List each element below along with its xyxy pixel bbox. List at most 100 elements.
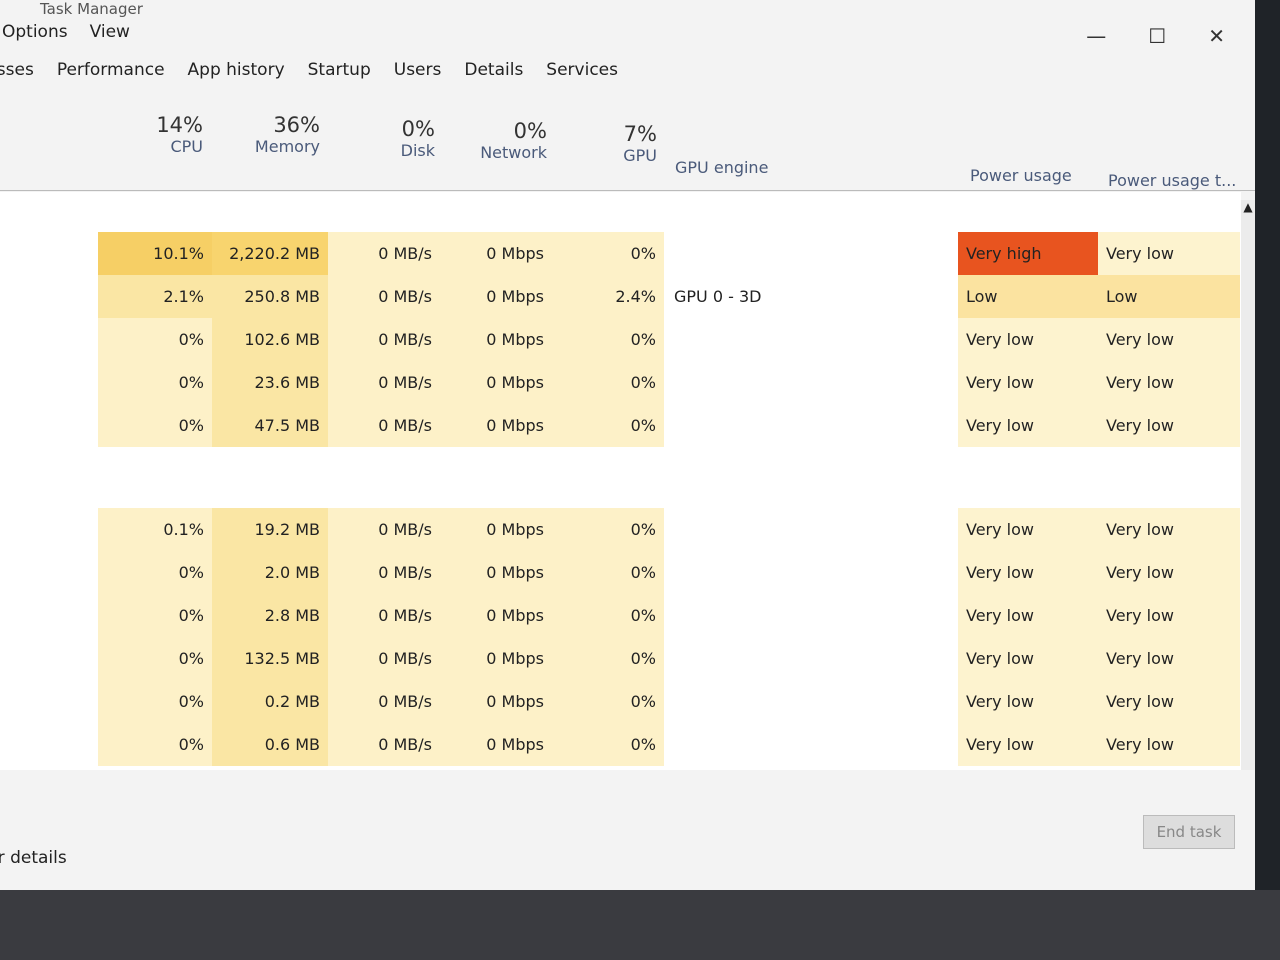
maximize-button[interactable]: ☐ <box>1148 24 1166 48</box>
tab-bar: Processes Performance App history Startu… <box>0 60 620 80</box>
gpu-cell: 0% <box>552 318 664 361</box>
power-usage-cell: Very low <box>958 508 1098 551</box>
gpu-cell: 0% <box>552 637 664 680</box>
cpu-cell: 0% <box>98 361 212 404</box>
power-usage-trend-cell: Very low <box>1098 508 1240 551</box>
memory-cell: 47.5 MB <box>212 404 328 447</box>
disk-cell: 0 MB/s <box>328 318 440 361</box>
header-network[interactable]: 0% Network <box>480 119 547 162</box>
tab-details[interactable]: Details <box>462 60 525 80</box>
tab-services[interactable]: Services <box>544 60 620 80</box>
process-row[interactable]: 0% 0.2 MB 0 MB/s 0 Mbps 0% Very low Very low <box>0 680 1241 723</box>
desktop-background <box>1255 0 1280 960</box>
menu-view[interactable]: View <box>90 22 130 42</box>
desktop-background <box>0 890 1280 960</box>
window-title: Task Manager <box>40 0 143 18</box>
vertical-scrollbar[interactable]: ▲ <box>1241 200 1255 770</box>
power-usage-trend-cell: Very low <box>1098 723 1240 766</box>
gpu-engine-cell <box>666 318 956 361</box>
fewer-details-link[interactable]: Fewer details <box>0 848 67 868</box>
power-usage-trend-cell: Low <box>1098 275 1240 318</box>
process-row[interactable]: 0% 2.8 MB 0 MB/s 0 Mbps 0% Very low Very low <box>0 594 1241 637</box>
power-usage-cell: Very low <box>958 404 1098 447</box>
disk-cell: 0 MB/s <box>328 404 440 447</box>
memory-label: Memory <box>254 137 320 156</box>
memory-cell: 2.0 MB <box>212 551 328 594</box>
disk-cell: 0 MB/s <box>328 508 440 551</box>
power-usage-trend-cell: Very low <box>1098 637 1240 680</box>
power-usage-trend-cell: Very low <box>1098 594 1240 637</box>
gpu-cell: 0% <box>552 551 664 594</box>
cpu-cell: 0% <box>98 680 212 723</box>
process-row[interactable]: 0% 23.6 MB 0 MB/s 0 Mbps 0% Very low Very low <box>0 361 1241 404</box>
network-cell: 0 Mbps <box>440 594 552 637</box>
power-usage-trend-cell: Very low <box>1098 318 1240 361</box>
process-row[interactable]: 0% 2.0 MB 0 MB/s 0 Mbps 0% Very low Very low <box>0 551 1241 594</box>
close-button[interactable]: ✕ <box>1208 24 1225 48</box>
gpu-engine-cell <box>666 551 956 594</box>
header-power-usage-trend[interactable]: Power usage t... <box>1108 171 1236 190</box>
process-row[interactable]: 2.1% 250.8 MB 0 MB/s 0 Mbps 2.4% GPU 0 - 3D Lo… <box>0 275 1241 318</box>
cpu-cell: 0% <box>98 637 212 680</box>
header-disk[interactable]: 0% Disk <box>401 117 435 160</box>
network-cell: 0 Mbps <box>440 232 552 275</box>
process-row[interactable]: 0.1% 19.2 MB 0 MB/s 0 Mbps 0% Very low Very lo… <box>0 508 1241 551</box>
gpu-engine-cell <box>666 637 956 680</box>
process-row[interactable]: 10.1% 2,220.2 MB 0 MB/s 0 Mbps 0% Very high Ve… <box>0 232 1241 275</box>
gpu-cell: 2.4% <box>552 275 664 318</box>
cpu-cell: 0% <box>98 594 212 637</box>
process-row[interactable]: 0% 47.5 MB 0 MB/s 0 Mbps 0% Very low Very low <box>0 404 1241 447</box>
disk-cell: 0 MB/s <box>328 594 440 637</box>
gpu-cell: 0% <box>552 404 664 447</box>
power-usage-cell: Low <box>958 275 1098 318</box>
minimize-button[interactable]: — <box>1086 24 1106 48</box>
network-cell: 0 Mbps <box>440 680 552 723</box>
cpu-cell: 0% <box>98 723 212 766</box>
process-row[interactable]: 0% 132.5 MB 0 MB/s 0 Mbps 0% Very low Very low <box>0 637 1241 680</box>
cpu-cell: 0% <box>98 318 212 361</box>
gpu-engine-cell <box>666 508 956 551</box>
power-usage-trend-cell: Very low <box>1098 232 1240 275</box>
power-usage-cell: Very low <box>958 318 1098 361</box>
network-cell: 0 Mbps <box>440 723 552 766</box>
network-cell: 0 Mbps <box>440 275 552 318</box>
window-controls: — ☐ ✕ <box>1086 24 1225 48</box>
gpu-engine-cell <box>666 723 956 766</box>
disk-total: 0% <box>401 117 435 141</box>
disk-cell: 0 MB/s <box>328 723 440 766</box>
disk-label: Disk <box>400 141 435 160</box>
memory-cell: 132.5 MB <box>212 637 328 680</box>
gpu-cell: 0% <box>552 508 664 551</box>
cpu-cell: 2.1% <box>98 275 212 318</box>
cpu-label: CPU <box>170 137 203 156</box>
gpu-engine-cell <box>666 594 956 637</box>
memory-cell: 2.8 MB <box>212 594 328 637</box>
tab-startup[interactable]: Startup <box>306 60 373 80</box>
cpu-cell: 0.1% <box>98 508 212 551</box>
header-power-usage[interactable]: Power usage <box>970 166 1072 185</box>
header-cpu[interactable]: 14% CPU <box>156 113 203 156</box>
header-gpu-engine[interactable]: GPU engine <box>675 158 768 177</box>
disk-cell: 0 MB/s <box>328 232 440 275</box>
tab-performance[interactable]: Performance <box>55 60 167 80</box>
network-total: 0% <box>513 119 547 143</box>
tab-users[interactable]: Users <box>392 60 444 80</box>
menu-options[interactable]: Options <box>2 22 68 42</box>
column-headers: 14% CPU 36% Memory 0% Disk 0% Network 7% GPU … <box>0 108 1255 191</box>
network-label: Network <box>480 143 547 162</box>
network-cell: 0 Mbps <box>440 508 552 551</box>
tab-app-history[interactable]: App history <box>186 60 287 80</box>
header-gpu[interactable]: 7% GPU <box>623 122 657 165</box>
cpu-cell: 0% <box>98 551 212 594</box>
process-row[interactable]: 0% 102.6 MB 0 MB/s 0 Mbps 0% Very low Very low <box>0 318 1241 361</box>
process-row[interactable]: 0% 0.6 MB 0 MB/s 0 Mbps 0% Very low Very low <box>0 723 1241 766</box>
gpu-cell: 0% <box>552 361 664 404</box>
power-usage-trend-cell: Very low <box>1098 680 1240 723</box>
header-memory[interactable]: 36% Memory <box>255 113 320 156</box>
power-usage-cell: Very low <box>958 637 1098 680</box>
menu-bar: Options View <box>2 22 130 42</box>
memory-cell: 0.6 MB <box>212 723 328 766</box>
end-task-button[interactable]: End task <box>1143 815 1235 849</box>
tab-processes[interactable]: Processes <box>0 60 36 80</box>
gpu-engine-cell <box>666 404 956 447</box>
